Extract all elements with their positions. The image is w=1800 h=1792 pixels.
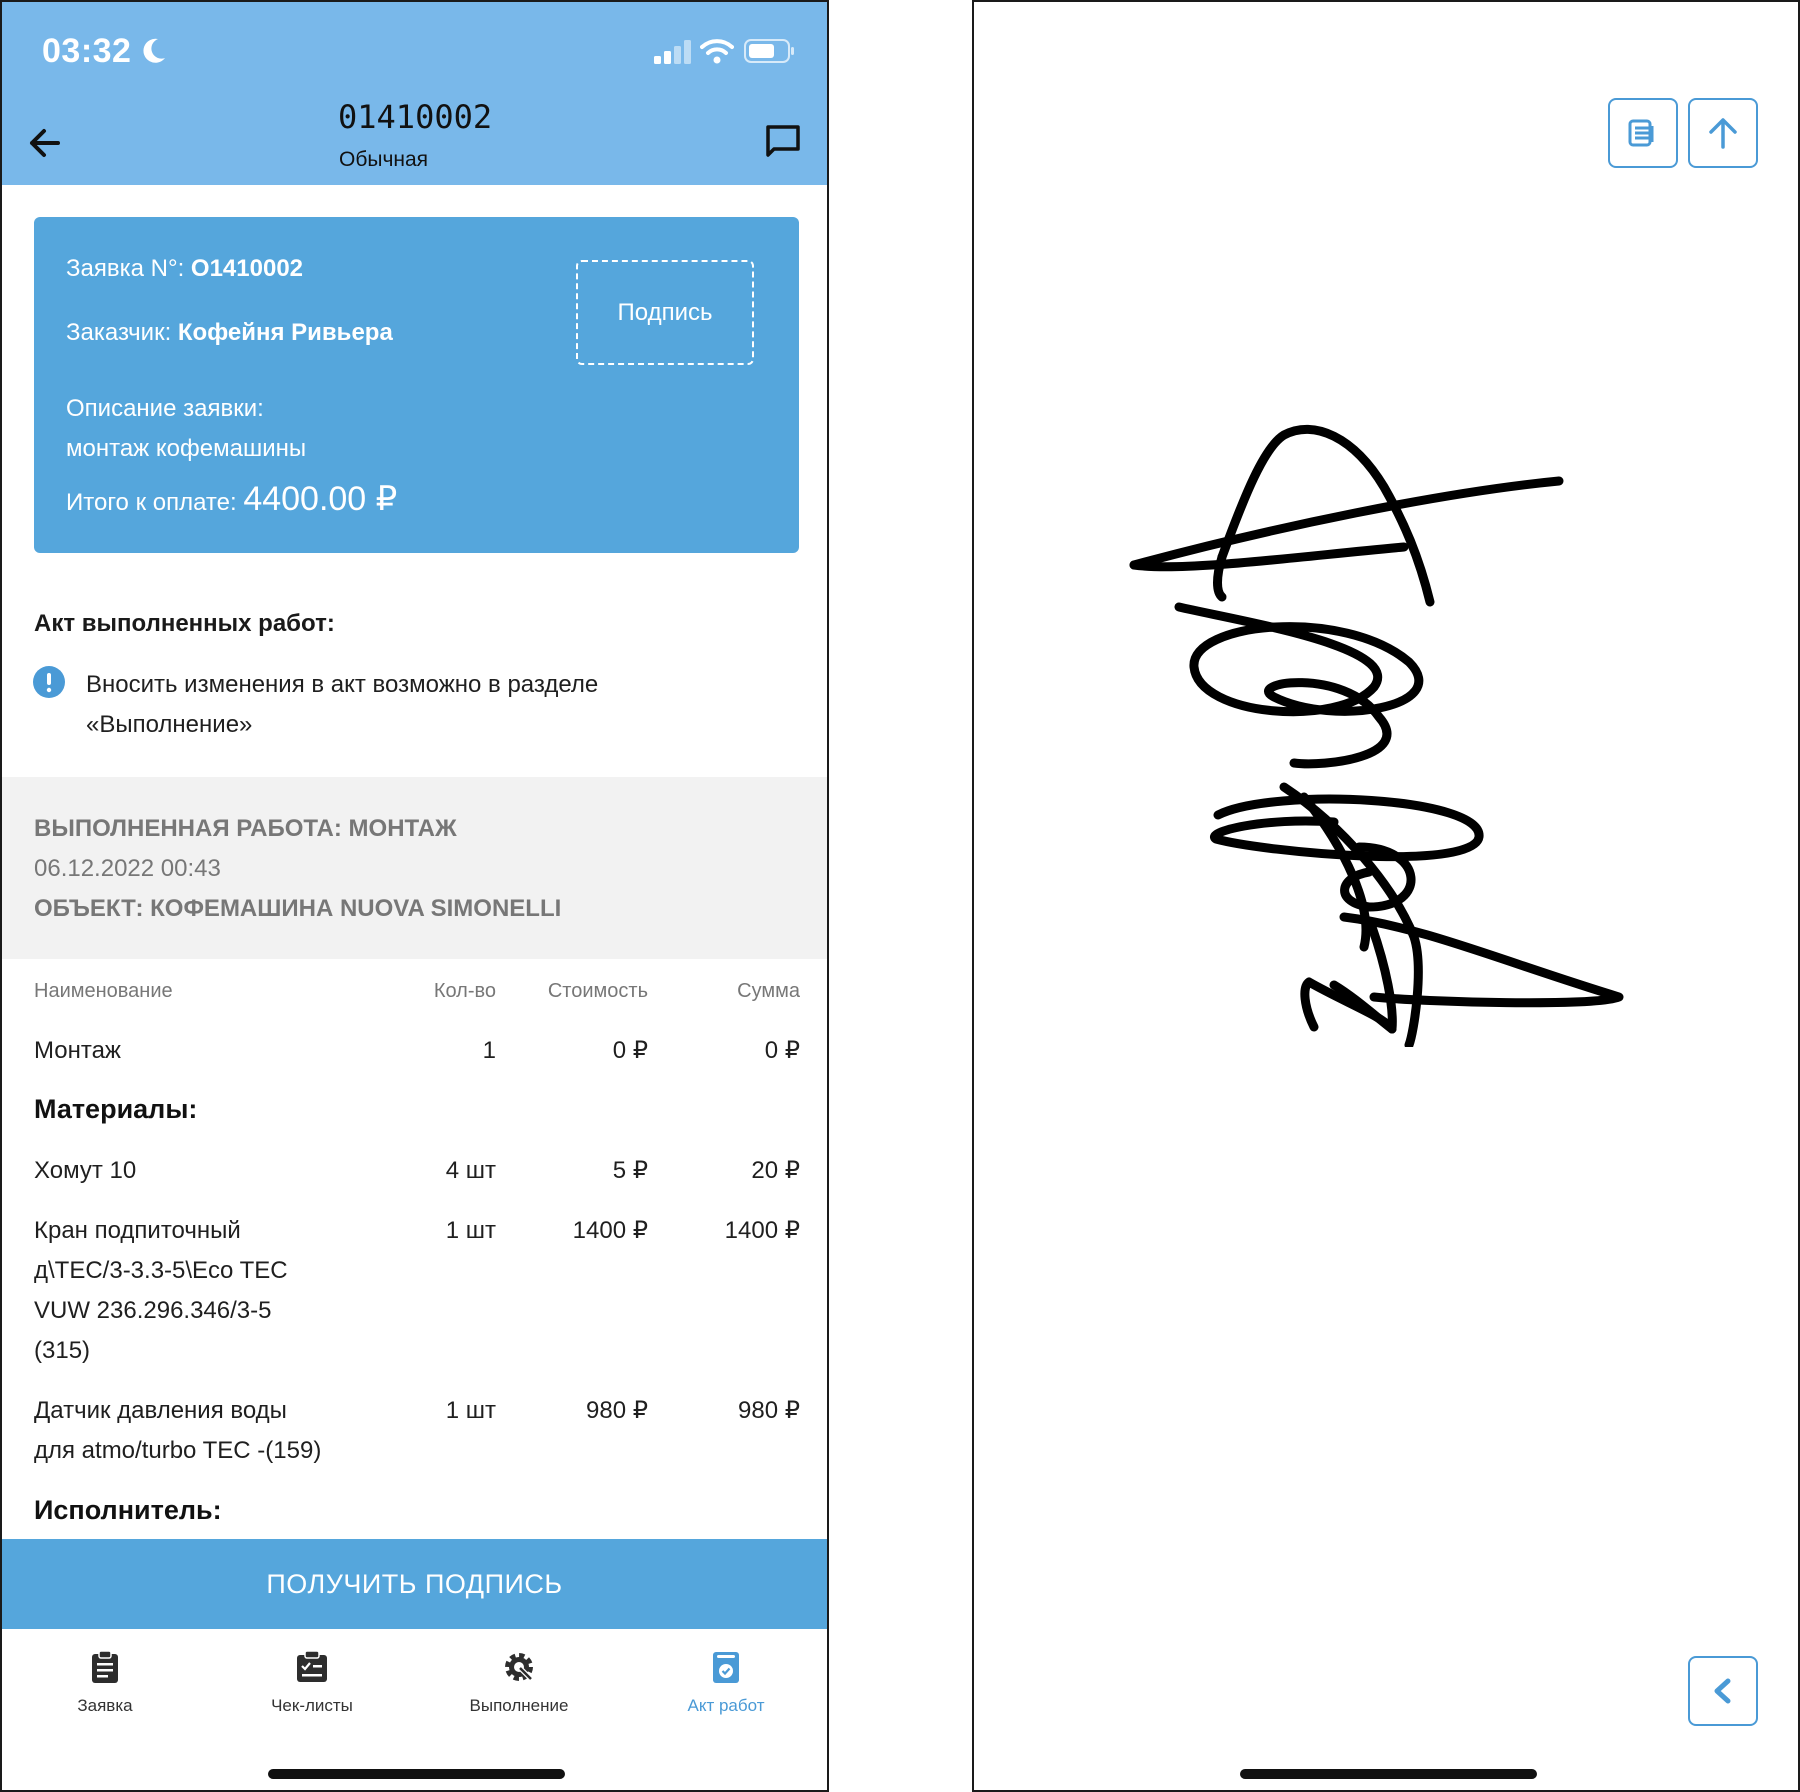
material-name-line: Датчик давления воды <box>34 1397 287 1424</box>
act-title: Акт выполненных работ: <box>34 610 335 637</box>
get-signature-button[interactable]: ПОЛУЧИТЬ ПОДПИСЬ <box>2 1539 827 1629</box>
order-screen: 03:32 01410002 Обычная Заявка N°: O14100… <box>0 0 829 1792</box>
info-note: Вносить изменения в акт возможно в разде… <box>86 665 726 745</box>
material-name-line: (315) <box>34 1337 91 1364</box>
customer: Заказчик: Кофейня Ривьера <box>66 319 393 347</box>
material-name: Кран подпиточный д\TEC/3-3.3-5\Eco TEC V… <box>34 1211 288 1371</box>
material-qty: 1 шт <box>445 1397 496 1424</box>
materials-title: Материалы: <box>34 1094 198 1124</box>
tab-request[interactable]: Заявка <box>5 1629 205 1729</box>
back-button[interactable] <box>1688 1656 1758 1726</box>
work-row-qty: 1 <box>482 1037 496 1064</box>
back-arrow-icon[interactable] <box>24 122 66 164</box>
work-row-sum: 0 ₽ <box>764 1037 800 1064</box>
battery-icon <box>744 39 794 63</box>
material-name: Хомут 10 <box>34 1157 137 1184</box>
wifi-icon <box>700 39 734 64</box>
material-name-line: для atmo/turbo TEC -(159) <box>34 1437 322 1464</box>
material-price: 980 ₽ <box>586 1397 648 1424</box>
arrow-up-icon <box>1709 118 1737 149</box>
page-subtitle: Обычная <box>339 148 429 171</box>
top-bar: 03:32 01410002 Обычная <box>2 2 827 185</box>
clear-signature-button[interactable] <box>1608 98 1678 168</box>
request-number: Заявка N°: O1410002 <box>66 255 303 283</box>
material-sum: 980 ₽ <box>738 1397 800 1424</box>
material-name-line: Кран подпиточный <box>34 1217 241 1244</box>
col-header-qty: Кол-во <box>433 980 496 1002</box>
material-name-line: VUW 236.296.346/3-5 <box>34 1297 272 1324</box>
exclamation-icon <box>33 666 65 698</box>
material-name-line: д\TEC/3-3.3-5\Eco TEC <box>34 1257 288 1284</box>
page-title: 01410002 <box>338 98 493 136</box>
tab-label: Заявка <box>77 1696 133 1715</box>
material-sum: 20 ₽ <box>751 1157 800 1184</box>
total-value: 4400.00 ₽ <box>243 480 398 518</box>
checklist-icon <box>297 1650 327 1682</box>
total-label: Итого к оплате: <box>66 489 244 516</box>
material-qty: 4 шт <box>445 1157 496 1184</box>
gear-wrench-icon <box>505 1653 533 1681</box>
work-block: ВЫПОЛНЕННАЯ РАБОТА: МОНТАЖ 06.12.2022 00… <box>2 777 827 959</box>
request-card: Заявка N°: O1410002 Заказчик: Кофейня Ри… <box>34 217 799 553</box>
signature-box[interactable]: Подпись <box>576 260 754 365</box>
description-value: монтаж кофемашины <box>66 435 307 462</box>
customer-label: Заказчик: <box>66 319 178 346</box>
chat-icon[interactable] <box>764 123 802 159</box>
work-date: 06.12.2022 00:43 <box>34 855 221 882</box>
material-name: Датчик давления воды для atmo/turbo TEC … <box>34 1391 321 1471</box>
work-object: ОБЪЕКТ: КОФЕМАШИНА NUOVA SIMONELLI <box>34 895 562 922</box>
col-header-sum: Сумма <box>737 980 800 1002</box>
handwritten-signature <box>1129 424 1624 1047</box>
info-note-line1: Вносить изменения в акт возможно в разде… <box>86 671 599 698</box>
moon-icon <box>143 38 165 63</box>
customer-value: Кофейня Ривьера <box>177 319 393 346</box>
signature-screen <box>972 0 1800 1792</box>
col-header-name: Наименование <box>34 980 173 1002</box>
material-price: 1400 ₽ <box>572 1217 648 1244</box>
upload-signature-button[interactable] <box>1688 98 1758 168</box>
total: Итого к оплате: 4400.00 ₽ <box>66 479 397 519</box>
material-qty: 1 шт <box>445 1217 496 1244</box>
status-time: 03:32 <box>42 32 132 70</box>
col-header-price: Стоимость <box>547 980 648 1002</box>
tab-execution[interactable]: Выполнение <box>419 1629 619 1729</box>
material-price: 5 ₽ <box>612 1157 648 1184</box>
material-sum: 1400 ₽ <box>724 1217 800 1244</box>
clipboard-icon <box>92 1650 118 1683</box>
executor-title: Исполнитель: <box>34 1495 222 1525</box>
work-row-name: Монтаж <box>34 1037 121 1064</box>
work-type: ВЫПОЛНЕННАЯ РАБОТА: МОНТАЖ <box>34 815 457 842</box>
tab-label: Выполнение <box>469 1696 569 1715</box>
description-label: Описание заявки: <box>66 395 264 422</box>
work-row-price: 0 ₽ <box>612 1037 648 1064</box>
tab-bar: Заявка Чек-листы Выполнение Акт работ <box>2 1629 827 1790</box>
tab-label: Акт работ <box>687 1696 765 1715</box>
home-indicator <box>1240 1769 1537 1779</box>
cellular-signal-icon <box>654 40 691 64</box>
act-check-icon <box>713 1652 739 1683</box>
info-note-line2: «Выполнение» <box>86 711 253 738</box>
home-indicator <box>268 1769 565 1779</box>
tab-label: Чек-листы <box>271 1696 353 1715</box>
request-number-label: Заявка N°: <box>66 255 191 282</box>
tab-checklists[interactable]: Чек-листы <box>212 1629 412 1729</box>
eraser-icon <box>1628 119 1654 147</box>
chevron-left-icon <box>1714 1678 1731 1704</box>
tab-act[interactable]: Акт работ <box>626 1629 826 1729</box>
request-number-value: O1410002 <box>190 255 304 282</box>
